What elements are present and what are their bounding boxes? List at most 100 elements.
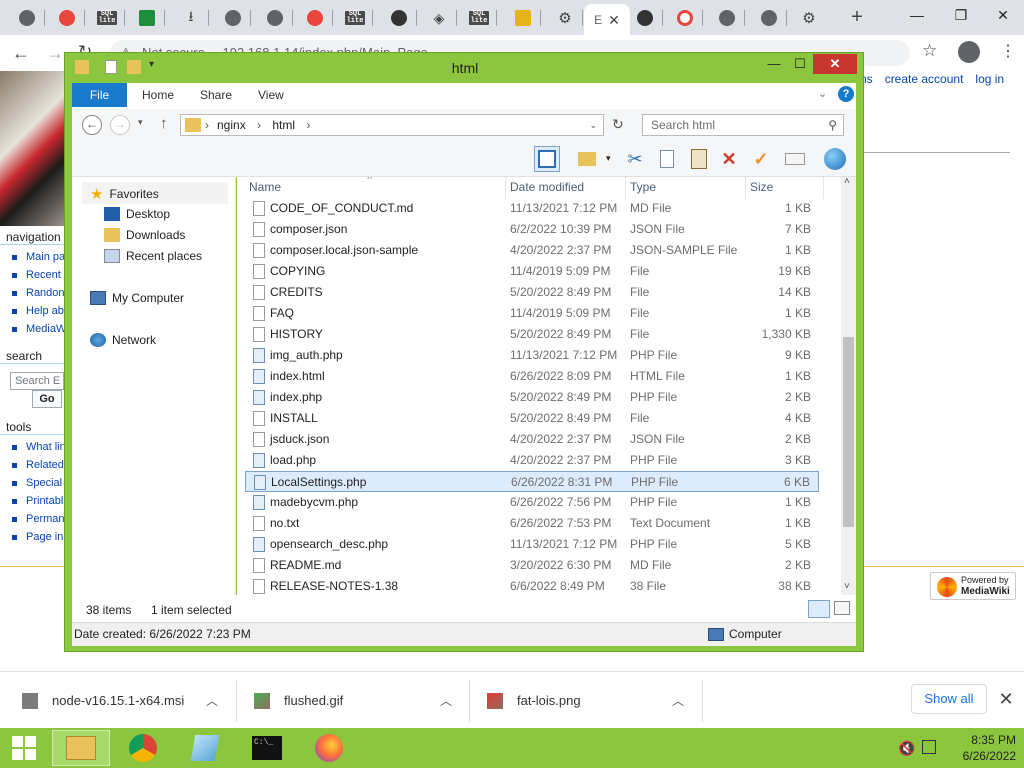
cut-icon[interactable]: ✂ xyxy=(622,146,648,172)
preview-pane-icon[interactable] xyxy=(534,146,560,172)
file-row[interactable]: index.php 5/20/2022 8:49 PM PHP File 2 KB xyxy=(245,387,819,408)
column-divider[interactable] xyxy=(823,177,824,199)
details-view-icon[interactable] xyxy=(808,600,830,618)
chevron-up-icon[interactable]: ︿ xyxy=(672,692,684,709)
browser-tab[interactable] xyxy=(708,5,746,31)
wiki-sidebar-link[interactable]: What lin xyxy=(0,438,64,456)
chevron-up-icon[interactable]: ︿ xyxy=(206,692,218,709)
tab-share[interactable]: Share xyxy=(200,83,232,107)
file-row[interactable]: load.php 4/20/2022 2:37 PM PHP File 3 KB xyxy=(245,450,819,471)
tab-view[interactable]: View xyxy=(258,83,284,107)
download-item-flushed[interactable]: flushed.gif xyxy=(254,672,343,729)
select-chevron-icon[interactable]: ▾ xyxy=(606,153,611,164)
browser-tab[interactable]: ⭳ xyxy=(172,5,210,31)
browser-tab[interactable]: SQL lite xyxy=(336,5,374,31)
up-arrow-icon[interactable]: ↑ xyxy=(160,115,168,132)
browser-tab[interactable] xyxy=(296,5,334,31)
browser-tab[interactable] xyxy=(8,5,46,31)
file-row[interactable]: madebycvm.php 6/26/2022 7:56 PM PHP File 1 … xyxy=(245,492,819,513)
browser-tab[interactable]: SQL lite xyxy=(88,5,126,31)
browser-tab[interactable]: ◈ xyxy=(420,5,458,31)
menu-dots-icon[interactable]: ⋮ xyxy=(1000,41,1016,61)
explorer-address-box[interactable]: › nginx › html › ⌄ xyxy=(180,114,604,136)
download-item-node[interactable]: node-v16.15.1-x64.msi xyxy=(22,672,184,729)
file-row[interactable]: composer.json 6/2/2022 10:39 PM JSON File 7… xyxy=(245,219,819,240)
browser-tab[interactable] xyxy=(214,5,252,31)
file-row[interactable]: composer.local.json-sample 4/20/2022 2:37… xyxy=(245,240,819,261)
breadcrumb-separator-icon[interactable]: › xyxy=(257,118,261,132)
tab-home[interactable]: Home xyxy=(142,83,174,107)
browser-tab[interactable] xyxy=(380,5,418,31)
file-row[interactable]: CODE_OF_CONDUCT.md 11/13/2021 7:12 PM MD F… xyxy=(245,198,819,219)
explorer-minimize-button[interactable]: — xyxy=(761,54,787,74)
refresh-icon[interactable]: ↻ xyxy=(612,116,624,133)
taskbar-app[interactable] xyxy=(176,730,234,766)
file-row[interactable]: FAQ 11/4/2019 5:09 PM File 1 KB xyxy=(245,303,819,324)
expand-ribbon-chevron-icon[interactable]: ⌄ xyxy=(818,87,827,100)
help-icon[interactable]: ? xyxy=(838,86,854,102)
wiki-personal-link[interactable]: log in xyxy=(975,72,1004,86)
powered-by-mediawiki-badge[interactable]: Powered by MediaWiki xyxy=(930,572,1016,600)
chevron-up-icon[interactable]: ︿ xyxy=(440,692,452,709)
column-divider[interactable] xyxy=(745,177,746,199)
wiki-personal-link[interactable]: create account xyxy=(885,72,964,86)
browser-tab[interactable]: SQL lite xyxy=(460,5,498,31)
browser-tab[interactable]: ⚙ xyxy=(790,5,828,31)
file-row[interactable]: img_auth.php 11/13/2021 7:12 PM PHP File 9 … xyxy=(245,345,819,366)
browser-restore-button[interactable]: ❐ xyxy=(940,0,982,32)
nav-network[interactable]: Network xyxy=(90,333,156,347)
scrollbar-thumb[interactable] xyxy=(843,337,854,527)
wiki-sidebar-link[interactable]: Randon xyxy=(0,284,64,302)
start-button[interactable] xyxy=(0,730,48,766)
select-folder-icon[interactable] xyxy=(574,146,600,172)
show-all-button[interactable]: Show all xyxy=(911,684,987,714)
file-row[interactable]: INSTALL 5/20/2022 8:49 PM File 4 KB xyxy=(245,408,819,429)
column-header-type[interactable]: Type xyxy=(630,180,656,194)
active-tab[interactable]: E ✕ xyxy=(584,4,630,35)
wiki-sidebar-link[interactable]: Main pa xyxy=(0,248,64,266)
globe-icon[interactable] xyxy=(822,146,848,172)
breadcrumb-separator-icon[interactable]: › xyxy=(306,118,310,132)
file-list-scrollbar[interactable]: ˄ ˅ xyxy=(841,176,856,595)
wiki-sidebar-link[interactable]: Help ab xyxy=(0,302,64,320)
explorer-maximize-button[interactable]: ☐ xyxy=(787,54,813,74)
large-icons-view-icon[interactable] xyxy=(834,601,850,615)
file-row[interactable]: jsduck.json 4/20/2022 2:37 PM JSON File 2 K… xyxy=(245,429,819,450)
column-header-date[interactable]: Date modified xyxy=(510,180,584,194)
download-item-fat-lois[interactable]: fat-lois.png xyxy=(487,672,581,729)
file-tab[interactable]: File xyxy=(72,83,127,107)
file-row[interactable]: no.txt 6/26/2022 7:53 PM Text Document 1 KB xyxy=(245,513,819,534)
wiki-sidebar-link[interactable]: Page in xyxy=(0,528,64,546)
taskbar-cmd[interactable]: C:\_ xyxy=(238,730,296,766)
wiki-sidebar-link[interactable]: Recent xyxy=(0,266,64,284)
file-row[interactable]: CREDITS 5/20/2022 8:49 PM File 14 KB xyxy=(245,282,819,303)
rename-check-icon[interactable]: ✓ xyxy=(748,146,774,172)
file-row[interactable]: HISTORY 5/20/2022 8:49 PM File 1,330 KB xyxy=(245,324,819,345)
nav-desktop[interactable]: Desktop xyxy=(104,207,170,221)
new-tab-button[interactable]: + xyxy=(846,7,868,29)
scroll-down-icon[interactable]: ˅ xyxy=(844,581,850,592)
browser-tab[interactable] xyxy=(128,5,166,31)
file-row[interactable]: RELEASE-NOTES-1.38 6/6/2022 8:49 PM 38 Fil… xyxy=(245,576,819,595)
close-downloads-icon[interactable]: ✕ xyxy=(996,688,1016,710)
column-header-name[interactable]: Name xyxy=(249,180,281,194)
file-row-selected[interactable]: LocalSettings.php 6/26/2022 8:31 PM PHP Fi… xyxy=(245,471,819,492)
wiki-go-button[interactable]: Go xyxy=(32,390,62,408)
nav-recent-places[interactable]: Recent places xyxy=(104,249,202,263)
wiki-sidebar-link[interactable]: MediaWi xyxy=(0,320,64,338)
file-row[interactable]: COPYING 11/4/2019 5:09 PM File 19 KB xyxy=(245,261,819,282)
paste-icon[interactable] xyxy=(686,146,712,172)
explorer-titlebar[interactable]: ▾ html — ☐ ✕ xyxy=(73,54,857,82)
browser-close-button[interactable]: ✕ xyxy=(982,0,1024,32)
browser-tab[interactable] xyxy=(504,5,542,31)
browser-tab[interactable] xyxy=(626,5,664,31)
taskbar-chrome[interactable] xyxy=(114,730,172,766)
wiki-sidebar-link[interactable]: Printabl xyxy=(0,492,64,510)
breadcrumb-html[interactable]: html xyxy=(272,118,295,132)
close-tab-icon[interactable]: ✕ xyxy=(608,13,620,27)
file-row[interactable]: README.md 3/20/2022 6:30 PM MD File 2 KB xyxy=(245,555,819,576)
delete-icon[interactable]: ✕ xyxy=(716,146,742,172)
speaker-muted-icon[interactable]: 🔇 xyxy=(898,740,915,757)
explorer-search-input[interactable]: Search html ⚲ xyxy=(642,114,844,136)
wiki-search-input[interactable]: Search E xyxy=(10,372,64,390)
